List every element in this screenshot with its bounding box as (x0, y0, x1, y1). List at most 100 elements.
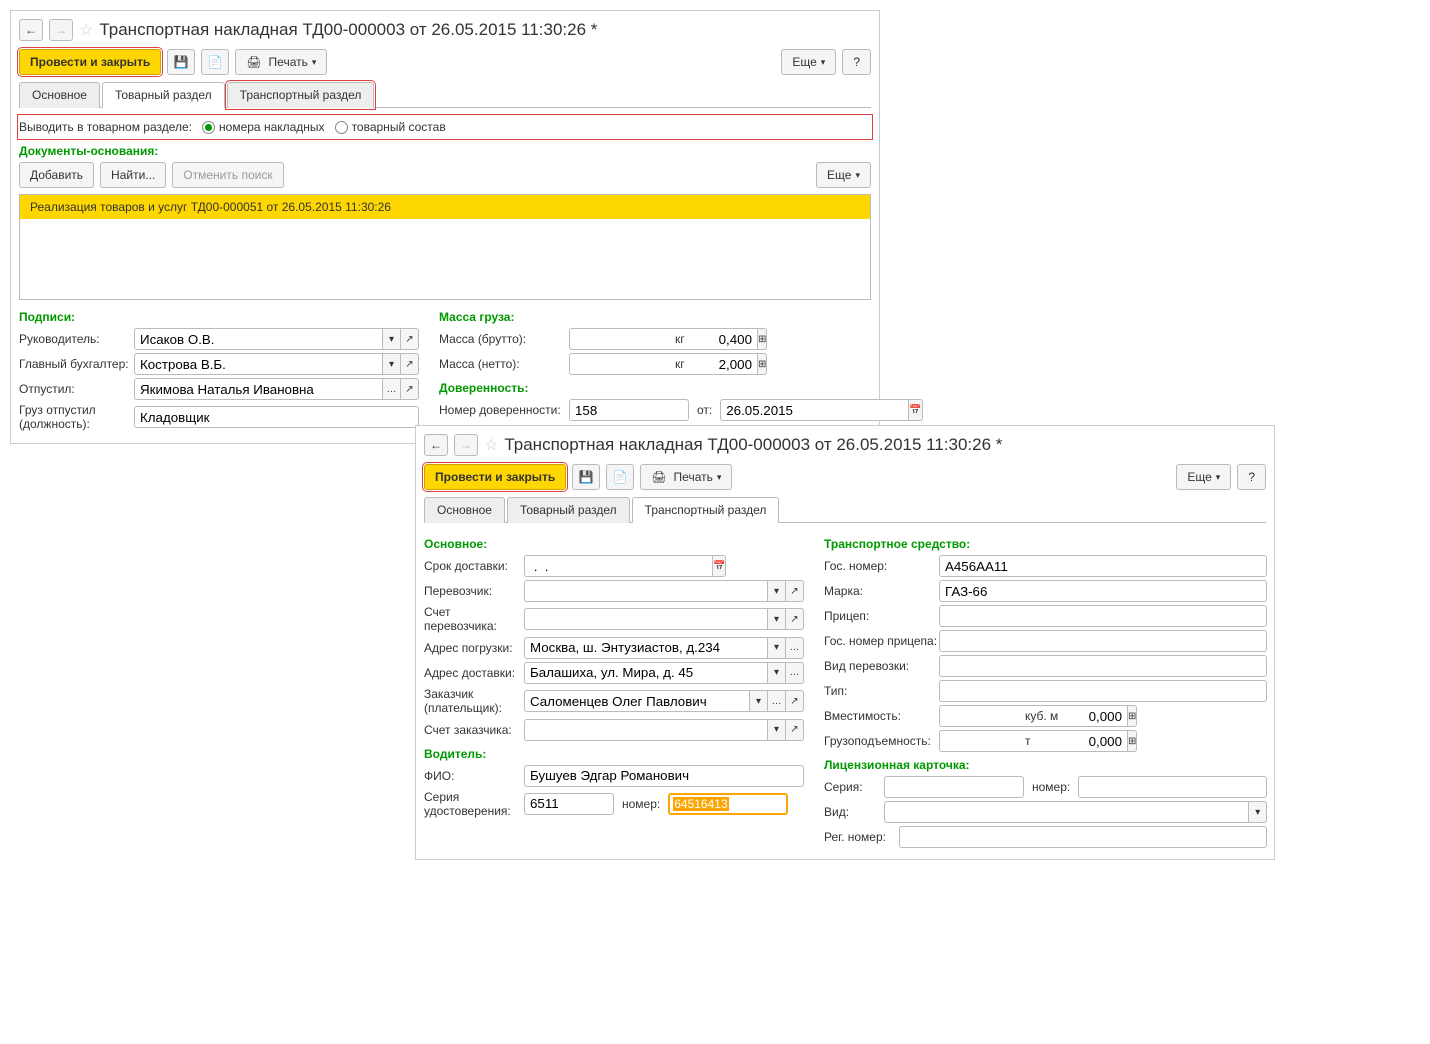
released-input[interactable] (134, 378, 383, 400)
transport-type-input[interactable] (939, 655, 1267, 677)
carrier-input[interactable] (524, 580, 768, 602)
cancel-find-button[interactable]: Отменить поиск (172, 162, 283, 188)
more-button[interactable]: Еще (781, 49, 836, 75)
radio-invoice-numbers[interactable]: номера накладных (202, 120, 325, 134)
open-icon[interactable]: ↗ (786, 608, 804, 630)
tabs: Основное Товарный раздел Транспортный ра… (19, 81, 871, 108)
docs-table[interactable]: Реализация товаров и услуг ТД00-000051 о… (19, 194, 871, 300)
tab-main[interactable]: Основное (424, 497, 505, 523)
acc-input[interactable] (134, 353, 383, 375)
dropdown-icon[interactable]: ▾ (750, 690, 768, 712)
gos-input[interactable] (939, 555, 1267, 577)
dropdown-icon[interactable]: ▾ (768, 580, 786, 602)
ellipsis-icon[interactable]: … (383, 378, 401, 400)
calc-icon[interactable]: ⊞ (1128, 730, 1137, 752)
print-button[interactable]: Печать (640, 464, 732, 490)
load-cap-input[interactable] (939, 730, 1128, 752)
dov-title: Доверенность: (439, 381, 871, 395)
post-and-close-button[interactable]: Провести и закрыть (19, 49, 161, 75)
cert-label: Серия удостоверения: (424, 790, 524, 819)
dov-num-input[interactable] (569, 399, 689, 421)
favorite-star-icon[interactable]: ☆ (79, 20, 93, 40)
tab-transport[interactable]: Транспортный раздел (632, 497, 780, 523)
calendar-icon[interactable]: 📅 (909, 399, 922, 421)
table-row[interactable]: Реализация товаров и услуг ТД00-000051 о… (20, 195, 870, 219)
dropdown-icon[interactable]: ▾ (383, 328, 401, 350)
net-input[interactable] (569, 353, 758, 375)
help-button[interactable]: ? (1237, 464, 1266, 490)
lic-num-input[interactable] (1078, 776, 1267, 798)
cert-series-input[interactable] (524, 793, 614, 815)
ellipsis-icon[interactable]: … (768, 690, 786, 712)
lic-type-input[interactable] (884, 801, 1249, 823)
open-icon[interactable]: ↗ (786, 690, 804, 712)
dropdown-icon[interactable]: ▾ (1249, 801, 1267, 823)
radio-goods-list[interactable]: товарный состав (335, 120, 446, 134)
tab-goods[interactable]: Товарный раздел (102, 82, 225, 108)
nav-forward-button[interactable]: → (49, 19, 73, 41)
nav-forward-button[interactable]: → (454, 434, 478, 456)
open-icon[interactable]: ↗ (786, 580, 804, 602)
load-addr-input[interactable] (524, 637, 768, 659)
head-input[interactable] (134, 328, 383, 350)
delivery-label: Срок доставки: (424, 559, 524, 573)
post-button[interactable]: 📄 (606, 464, 634, 490)
trailer-input[interactable] (939, 605, 1267, 627)
fio-input[interactable] (524, 765, 804, 787)
type-input[interactable] (939, 680, 1267, 702)
dropdown-icon[interactable]: ▾ (768, 662, 786, 684)
dov-date-input[interactable] (720, 399, 909, 421)
dropdown-icon[interactable]: ▾ (768, 637, 786, 659)
lic-series-input[interactable] (884, 776, 1024, 798)
find-button[interactable]: Найти... (100, 162, 166, 188)
calendar-icon[interactable]: 📅 (713, 555, 726, 577)
nav-back-button[interactable]: ← (19, 19, 43, 41)
cargo-rel-input[interactable] (134, 406, 419, 428)
selected-text: 64516413 (673, 797, 728, 811)
window-transport-section: ← → ☆ Транспортная накладная ТД00-000003… (415, 425, 1275, 860)
cert-num-input[interactable]: 64516413 (668, 793, 788, 815)
tab-goods[interactable]: Товарный раздел (507, 497, 630, 523)
tab-main[interactable]: Основное (19, 82, 100, 108)
lic-num-label: номер: (1032, 780, 1070, 794)
carrier-acc-label: Счет перевозчика: (424, 605, 524, 634)
docs-more-button[interactable]: Еще (816, 162, 871, 188)
calc-icon[interactable]: ⊞ (1128, 705, 1137, 727)
save-button[interactable]: 💾 (572, 464, 600, 490)
more-button[interactable]: Еще (1176, 464, 1231, 490)
favorite-star-icon[interactable]: ☆ (484, 435, 498, 455)
table-empty-body (20, 219, 870, 299)
customer-input[interactable] (524, 690, 750, 712)
cust-acc-input[interactable] (524, 719, 768, 741)
open-icon[interactable]: ↗ (401, 328, 419, 350)
nav-back-button[interactable]: ← (424, 434, 448, 456)
calc-icon[interactable]: ⊞ (758, 328, 767, 350)
fio-label: ФИО: (424, 769, 524, 783)
dropdown-icon[interactable]: ▾ (383, 353, 401, 375)
tab-transport[interactable]: Транспортный раздел (227, 82, 375, 108)
carrier-acc-input[interactable] (524, 608, 768, 630)
delivery-input[interactable] (524, 555, 713, 577)
trailer-gos-input[interactable] (939, 630, 1267, 652)
post-and-close-button[interactable]: Провести и закрыть (424, 464, 566, 490)
ellipsis-icon[interactable]: … (786, 662, 804, 684)
deliv-addr-input[interactable] (524, 662, 768, 684)
gross-input[interactable] (569, 328, 758, 350)
brand-input[interactable] (939, 580, 1267, 602)
ellipsis-icon[interactable]: … (786, 637, 804, 659)
open-icon[interactable]: ↗ (401, 353, 419, 375)
trailer-label: Прицеп: (824, 609, 939, 623)
dropdown-icon[interactable]: ▾ (768, 608, 786, 630)
dropdown-icon[interactable]: ▾ (768, 719, 786, 741)
save-button[interactable]: 💾 (167, 49, 195, 75)
calc-icon[interactable]: ⊞ (758, 353, 767, 375)
print-button[interactable]: Печать (235, 49, 327, 75)
add-button[interactable]: Добавить (19, 162, 94, 188)
lic-reg-input[interactable] (899, 826, 1267, 848)
open-icon[interactable]: ↗ (786, 719, 804, 741)
kg-label: кг (675, 332, 685, 346)
help-button[interactable]: ? (842, 49, 871, 75)
type-label: Тип: (824, 684, 939, 698)
post-button[interactable]: 📄 (201, 49, 229, 75)
open-icon[interactable]: ↗ (401, 378, 419, 400)
